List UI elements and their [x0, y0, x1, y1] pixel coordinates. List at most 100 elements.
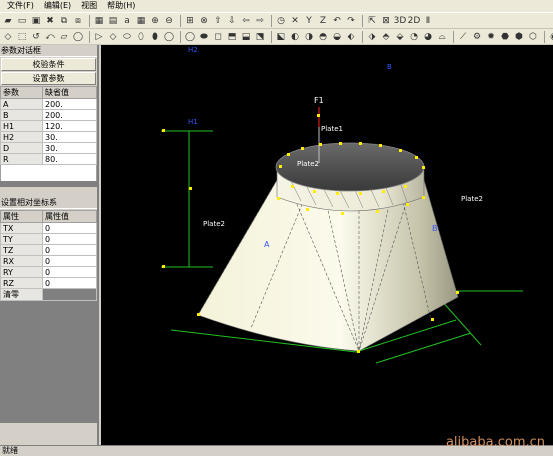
- param-key: R: [0, 153, 43, 165]
- zoom-in-icon[interactable]: ⊕: [149, 15, 161, 27]
- tool-13-icon[interactable]: ◯: [184, 31, 196, 43]
- table-row: R 80.: [0, 153, 97, 165]
- tool-30-icon[interactable]: ⌓: [436, 31, 448, 43]
- tool-17-icon[interactable]: ⬓: [240, 31, 252, 43]
- grid2-icon[interactable]: ▦: [135, 15, 147, 27]
- tool-35-icon[interactable]: ⬢: [513, 31, 525, 43]
- coord-value[interactable]: 0: [42, 266, 97, 278]
- axis-x-icon[interactable]: ✕: [289, 15, 301, 27]
- coord-value[interactable]: 0: [42, 233, 97, 245]
- param-value[interactable]: 200.: [42, 109, 97, 121]
- tool-33-icon[interactable]: ✹: [485, 31, 497, 43]
- pointer-icon[interactable]: ⇱: [366, 15, 378, 27]
- tool-1-icon[interactable]: ◇: [2, 31, 14, 43]
- toolbar-separator: [271, 30, 272, 43]
- tool-21-icon[interactable]: ◑: [303, 31, 315, 43]
- label-plate2-right: Plate2: [461, 195, 483, 203]
- model-canvas[interactable]: F1 Plate1 Plate2 Plate2 Plate2 H1 H2 A B…: [101, 45, 553, 445]
- coord-value[interactable]: 0: [42, 222, 97, 234]
- tool-26-icon[interactable]: ⬘: [380, 31, 392, 43]
- undo-icon[interactable]: ↶: [331, 15, 343, 27]
- arrow-down-icon[interactable]: ⇩: [226, 15, 238, 27]
- menu-file[interactable]: 文件(F): [2, 0, 39, 12]
- tool-36-icon[interactable]: ⬡: [527, 31, 539, 43]
- menu-bar: 文件(F) 编辑(E) 视图 帮助(H): [0, 0, 553, 13]
- label-b: B: [432, 224, 438, 233]
- tool-15-icon[interactable]: ◻: [212, 31, 224, 43]
- arrow-up-icon[interactable]: ⇧: [212, 15, 224, 27]
- menu-help[interactable]: 帮助(H): [102, 0, 140, 12]
- text-icon[interactable]: a: [121, 15, 133, 27]
- tool-6-icon[interactable]: ◯: [72, 31, 84, 43]
- tool-32-icon[interactable]: ⚙: [471, 31, 483, 43]
- param-value[interactable]: 80.: [42, 153, 97, 165]
- delete-icon[interactable]: ✖: [44, 15, 56, 27]
- tool-31-icon[interactable]: ⟋: [457, 31, 469, 43]
- tool-4-icon[interactable]: ⤺: [44, 31, 56, 43]
- param-value[interactable]: 30.: [42, 131, 97, 143]
- unit-icon[interactable]: Ⅱ: [422, 15, 434, 27]
- tool-22-icon[interactable]: ◓: [317, 31, 329, 43]
- menu-view[interactable]: 视图: [76, 0, 102, 12]
- axis-z-icon[interactable]: Z: [317, 15, 329, 27]
- tool-28-icon[interactable]: ◔: [408, 31, 420, 43]
- tool-23-icon[interactable]: ◒: [331, 31, 343, 43]
- coord-value[interactable]: 0: [42, 244, 97, 256]
- table-row: RX 0: [0, 255, 97, 267]
- param-value[interactable]: 200.: [42, 98, 97, 110]
- tool-10-icon[interactable]: ⬯: [135, 31, 147, 43]
- table-row: H2 30.: [0, 131, 97, 143]
- grid-icon[interactable]: ▦: [93, 15, 105, 27]
- check-conditions-button[interactable]: 校验条件: [1, 58, 96, 71]
- set-parameters-button[interactable]: 设置参数: [1, 72, 96, 85]
- tool-14-icon[interactable]: ⬬: [198, 31, 210, 43]
- param-key: H1: [0, 120, 43, 132]
- coord-value[interactable]: 0: [42, 277, 97, 289]
- folder-open-icon[interactable]: ▰: [2, 15, 14, 27]
- tool-24-icon[interactable]: ⬖: [345, 31, 357, 43]
- reset-zero-cell[interactable]: 清零: [0, 288, 43, 301]
- menu-edit[interactable]: 编辑(E): [39, 0, 76, 12]
- tool-18-icon[interactable]: ⬔: [254, 31, 266, 43]
- coord-value[interactable]: 0: [42, 255, 97, 267]
- tool-29-icon[interactable]: ◕: [422, 31, 434, 43]
- tool-8-icon[interactable]: ◇: [107, 31, 119, 43]
- tool-25-icon[interactable]: ⬗: [366, 31, 378, 43]
- toolbar-separator: [453, 30, 454, 43]
- tool-11-icon[interactable]: ⬮: [149, 31, 161, 43]
- tool-20-icon[interactable]: ◐: [289, 31, 301, 43]
- tool-37-icon[interactable]: ◉: [548, 31, 553, 43]
- paste-icon[interactable]: ⧈: [72, 15, 84, 27]
- param-value[interactable]: 30.: [42, 142, 97, 154]
- zoom-out-icon[interactable]: ⊖: [163, 15, 175, 27]
- mirror-icon[interactable]: ⊠: [380, 15, 392, 27]
- save-icon[interactable]: ▣: [30, 15, 42, 27]
- print-icon[interactable]: ▤: [107, 15, 119, 27]
- copy-icon[interactable]: ⧉: [58, 15, 70, 27]
- tool-3-icon[interactable]: ↺: [30, 31, 42, 43]
- new-file-icon[interactable]: ▭: [16, 15, 28, 27]
- coord-key: TX: [0, 222, 43, 234]
- arrow-left-icon[interactable]: ⇦: [240, 15, 252, 27]
- arrow-right-icon[interactable]: ⇨: [254, 15, 266, 27]
- tool-9-icon[interactable]: ⬭: [121, 31, 133, 43]
- tool-5-icon[interactable]: ▱: [58, 31, 70, 43]
- label-plate1: Plate1: [321, 125, 343, 133]
- tool-16-icon[interactable]: ⬒: [226, 31, 238, 43]
- param-value[interactable]: 120.: [42, 120, 97, 132]
- tool-34-icon[interactable]: ⬣: [499, 31, 511, 43]
- tool-12-icon[interactable]: ◯: [163, 31, 175, 43]
- tool-7-icon[interactable]: ▷: [93, 31, 105, 43]
- 3d-icon[interactable]: 3D: [394, 15, 407, 27]
- clock-icon[interactable]: ◷: [275, 15, 287, 27]
- axis-y-icon[interactable]: Y: [303, 15, 315, 27]
- tool-2-icon[interactable]: ⬚: [16, 31, 28, 43]
- tool-19-icon[interactable]: ⬕: [275, 31, 287, 43]
- redo-icon[interactable]: ↷: [345, 15, 357, 27]
- zoom-window-icon[interactable]: ⊞: [184, 15, 196, 27]
- label-plate2-top: Plate2: [297, 160, 319, 168]
- 2d-icon[interactable]: 2D: [408, 15, 421, 27]
- tool-27-icon[interactable]: ⬙: [394, 31, 406, 43]
- 3d-viewport[interactable]: F1 Plate1 Plate2 Plate2 Plate2 H1 H2 A B…: [101, 45, 553, 445]
- pan-icon[interactable]: ⊗: [198, 15, 210, 27]
